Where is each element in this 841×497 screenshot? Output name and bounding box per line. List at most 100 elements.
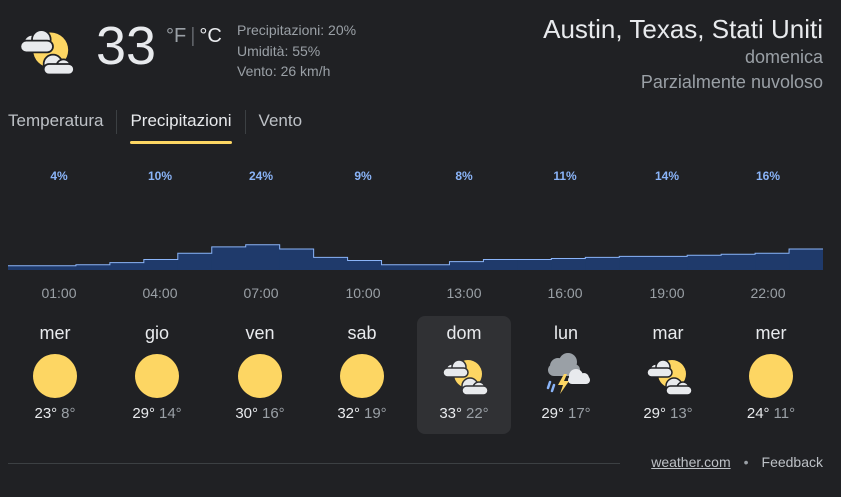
day-name: lun <box>553 323 579 343</box>
humidity-detail: Umidità: 55% <box>237 42 321 59</box>
footer-divider <box>8 463 620 464</box>
precip-label: 8% <box>455 169 473 183</box>
day-name: mer <box>755 323 787 343</box>
thunderstorm-icon <box>546 353 590 394</box>
day-name: ven <box>245 323 275 343</box>
low-temp: 22° <box>466 405 489 422</box>
hour-label: 04:00 <box>142 285 178 301</box>
partly-cloudy-icon <box>19 29 75 76</box>
day-forecast-selected[interactable]: dom 33° 22° <box>417 316 511 434</box>
precip-bar <box>551 258 586 270</box>
partly-cloudy-icon <box>646 359 693 396</box>
high-temp: 30° <box>235 405 258 422</box>
precip-bar <box>177 253 213 270</box>
day-forecast[interactable]: mer 23° 8° <box>8 316 102 434</box>
precip-label: 16% <box>755 169 781 183</box>
precip-bar <box>517 259 552 270</box>
low-temp: 17° <box>568 405 591 422</box>
day-name: mer <box>39 323 71 343</box>
low-temp: 16° <box>262 405 285 422</box>
tab-divider <box>116 110 118 134</box>
sunny-icon <box>340 354 384 398</box>
current-details: Precipitazioni: 20% Umidità: 55% Vento: … <box>237 20 356 82</box>
day-forecast[interactable]: mer 24° 11° <box>724 316 818 434</box>
precip-bar <box>687 255 722 270</box>
low-temp: 14° <box>159 405 182 422</box>
precip-bar <box>653 256 688 270</box>
precip-bar <box>381 264 416 270</box>
sunny-icon <box>135 354 179 398</box>
hour-label: 22:00 <box>750 285 786 301</box>
location-name: Austin, Texas, Stati Uniti <box>543 14 823 44</box>
day-forecast[interactable]: gio 29° 14° <box>110 316 204 434</box>
day-name: sab <box>347 323 377 343</box>
precip-bar <box>313 257 349 270</box>
precip-label: 14% <box>654 169 680 183</box>
tab-divider <box>244 110 246 134</box>
location-day: domenica <box>744 47 823 67</box>
partly-cloudy-icon <box>442 359 489 396</box>
tab-wind[interactable]: Vento <box>259 106 303 144</box>
precip-bar <box>789 249 823 270</box>
celsius-button[interactable]: °C <box>199 25 221 47</box>
day-forecast[interactable]: ven 30° 16° <box>213 316 307 434</box>
day-forecast[interactable]: lun 29° 17° <box>519 316 613 434</box>
day-name: mar <box>652 323 684 343</box>
tab-bar: Temperatura Precipitazioni Vento <box>8 106 302 146</box>
day-name: dom <box>446 323 482 343</box>
precip-bar <box>449 261 484 270</box>
current-temperature: 33 <box>96 16 157 76</box>
source-link[interactable]: weather.com <box>651 454 730 470</box>
location-condition: Parzialmente nuvoloso <box>640 72 823 92</box>
day-name: gio <box>144 323 170 343</box>
precip-bar <box>415 264 450 270</box>
location-block: Austin, Texas, Stati Uniti domenica Parz… <box>543 13 823 95</box>
precip-bar <box>483 259 518 270</box>
day-forecast[interactable]: mar 29° 13° <box>621 316 715 434</box>
precipitation-chart <box>8 244 823 270</box>
high-temp: 33° <box>439 405 462 422</box>
precipitation-detail: Precipitazioni: 20% <box>237 22 357 38</box>
tab-precipitation[interactable]: Precipitazioni <box>130 106 232 144</box>
hour-label: 07:00 <box>243 285 279 301</box>
high-temp: 29° <box>132 405 155 422</box>
sunny-icon <box>749 354 793 398</box>
hour-label: 19:00 <box>649 285 685 301</box>
footer-separator: • <box>743 454 749 470</box>
precip-bar <box>721 254 756 270</box>
low-temp: 19° <box>364 405 387 422</box>
precip-bar <box>585 257 620 270</box>
sunny-icon <box>33 354 77 398</box>
feedback-link[interactable]: Feedback <box>762 454 823 470</box>
high-temp: 23° <box>34 405 58 422</box>
precip-bar <box>41 265 77 270</box>
sunny-icon <box>238 354 282 398</box>
hour-label: 13:00 <box>446 285 482 301</box>
day-forecast[interactable]: sab 32° 19° <box>315 316 409 434</box>
precip-bar <box>211 246 247 270</box>
precip-bar <box>109 262 145 270</box>
hour-label: 01:00 <box>41 285 77 301</box>
high-temp: 24° <box>746 405 770 422</box>
high-temp: 29° <box>643 405 666 422</box>
precip-label: 11% <box>553 169 577 183</box>
precip-bar <box>245 244 281 270</box>
precip-bar <box>755 253 790 270</box>
low-temp: 11° <box>773 405 796 422</box>
tab-temperature[interactable]: Temperatura <box>8 106 103 144</box>
high-temp: 32° <box>337 405 360 422</box>
precip-label: 24% <box>248 169 274 183</box>
unit-switch: °F | °C <box>166 25 222 47</box>
precip-bar <box>8 265 43 270</box>
wind-detail: Vento: 26 km/h <box>237 63 331 79</box>
low-temp: 8° <box>61 405 76 422</box>
high-temp: 29° <box>541 405 564 422</box>
precip-bar <box>347 260 383 270</box>
hour-label: 16:00 <box>547 285 583 301</box>
low-temp: 13° <box>670 405 693 422</box>
fahrenheit-button[interactable]: °F <box>166 25 186 47</box>
precip-label: 9% <box>354 169 372 183</box>
footer: weather.com • Feedback <box>651 454 823 470</box>
precip-label: 4% <box>50 169 68 183</box>
hour-label: 10:00 <box>345 285 381 301</box>
